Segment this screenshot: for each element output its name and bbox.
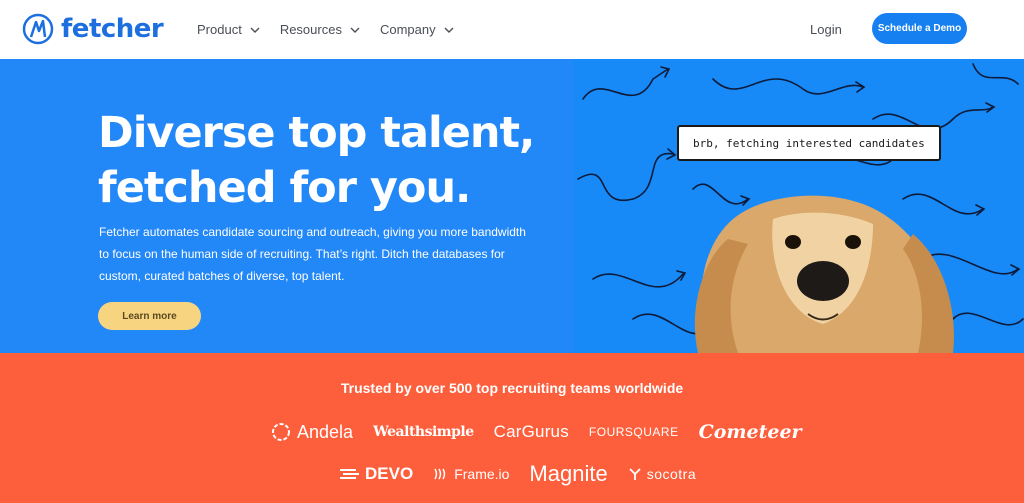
login-link[interactable]: Login	[810, 21, 842, 39]
frameio-logo: Frame.io	[433, 466, 509, 482]
menu-item-label: Product	[197, 22, 242, 37]
cometeer-logo: Cometeer	[699, 421, 802, 443]
brand-name: CarGurus	[493, 422, 569, 441]
foursquare-logo: FOURSQUARE	[589, 425, 679, 439]
schedule-demo-button[interactable]: Schedule a Demo	[872, 13, 967, 44]
brand-name: Cometeer	[698, 421, 802, 443]
hero-title-line: fetched for you.	[98, 163, 471, 213]
brand-name: DEVO	[365, 464, 414, 483]
wealthsimple-logo: Wealthsimple	[373, 424, 474, 440]
menu-item-label: Resources	[279, 22, 342, 37]
brand-name: socotra	[646, 466, 697, 482]
menu-item-product[interactable]: Product	[197, 21, 260, 39]
trusted-by-title: Trusted by over 500 top recruiting teams…	[340, 380, 684, 396]
andela-icon	[272, 423, 290, 441]
menu-item-label: Company	[379, 22, 436, 37]
chevron-down-icon	[444, 27, 454, 33]
brand-name: Wealthsimple	[373, 424, 474, 440]
menu-item-company[interactable]: Company	[380, 21, 454, 39]
hero-title-line: Diverse top talent,	[98, 108, 535, 158]
brand-name: FOURSQUARE	[588, 425, 679, 439]
socotra-icon	[629, 468, 641, 480]
doodle-arrows-illustration	[577, 63, 1024, 353]
hero-dog-image: brb, fetching interested candidates	[573, 59, 1024, 353]
menu-item-resources[interactable]: Resources	[280, 21, 360, 39]
brand-name: Andela	[297, 421, 354, 442]
chevron-down-icon	[250, 27, 260, 33]
chevron-down-icon	[350, 27, 360, 33]
hero-description: Fetcher automates candidate sourcing and…	[99, 225, 526, 283]
client-logos-row: DEVO Frame.io Magnite socotra	[340, 461, 716, 487]
hero-title: Diverse top talent, fetched for you.	[98, 106, 558, 216]
socotra-logo: socotra	[628, 466, 696, 482]
frameio-icon	[434, 468, 446, 480]
logo-text: fetcher	[61, 14, 164, 44]
top-nav: fetcher Product Resources Company Login …	[0, 0, 1024, 59]
main-menu: Product Resources Company	[197, 21, 474, 39]
brand-name: Frame.io	[454, 466, 510, 482]
dog-head	[694, 195, 954, 353]
devo-icon	[340, 469, 359, 479]
speech-bubble: brb, fetching interested candidates	[677, 125, 941, 161]
hero-section: Diverse top talent, fetched for you. Fet…	[0, 59, 1024, 353]
cargurus-logo: CarGurus	[494, 422, 569, 442]
fetcher-logo-icon	[22, 13, 54, 45]
learn-more-button[interactable]: Learn more	[98, 302, 201, 330]
devo-logo: DEVO	[340, 464, 413, 484]
brand-name: Magnite	[529, 461, 608, 486]
fetcher-logo[interactable]: fetcher	[22, 13, 164, 45]
client-logos-row: Andela Wealthsimple CarGurus FOURSQUARE …	[270, 421, 822, 443]
magnite-logo: Magnite	[529, 461, 607, 487]
andela-logo: Andela	[270, 421, 353, 443]
trusted-by-section: Trusted by over 500 top recruiting teams…	[0, 353, 1024, 503]
